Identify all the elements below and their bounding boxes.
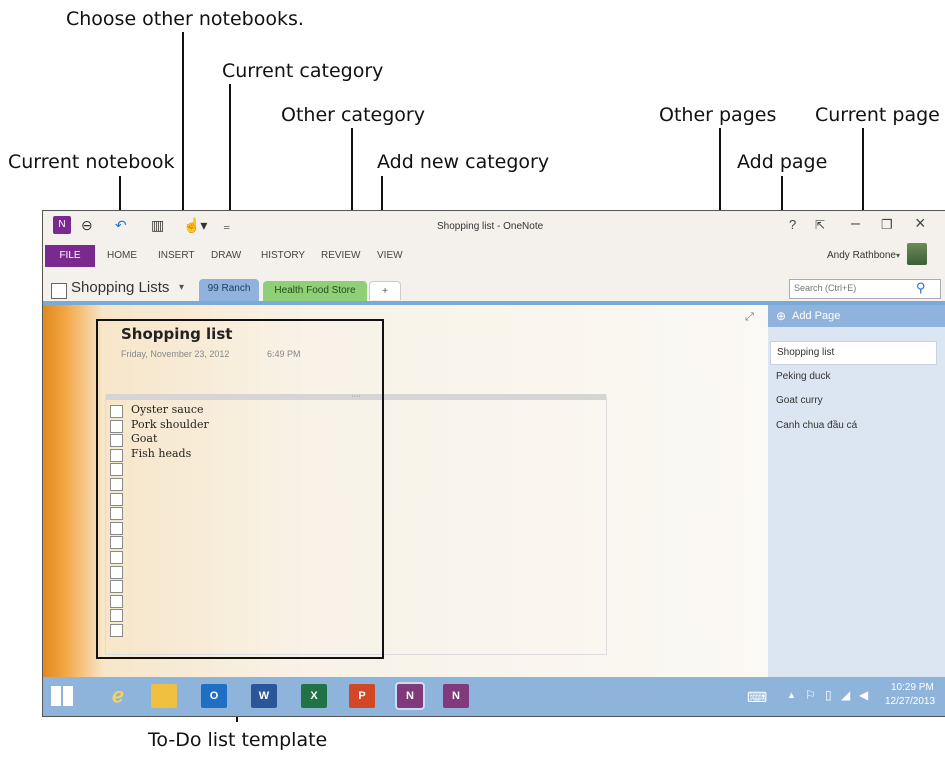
- ribbon-tabs: FILE HOME INSERT DRAW HISTORY REVIEW VIE…: [43, 243, 945, 267]
- window-title: Shopping list - OneNote: [437, 221, 544, 232]
- notebook-icon: [51, 283, 67, 299]
- tab-draw[interactable]: DRAW: [211, 245, 241, 267]
- callout-choose-notebooks: Choose other notebooks.: [66, 8, 304, 30]
- onenote-window: N ⊖ ↶ ▥ ☝▾ ₌ Shopping list - OneNote ? ⇱…: [42, 210, 945, 717]
- show-hidden-icons[interactable]: ▲: [787, 690, 796, 700]
- todo-template-frame: [96, 319, 384, 659]
- volume-icon[interactable]: ◀: [859, 688, 868, 702]
- onenote-icon[interactable]: N: [395, 682, 425, 710]
- clock-time[interactable]: 10:29 PM: [891, 682, 934, 693]
- section-tab-other[interactable]: Health Food Store: [263, 281, 367, 301]
- back-icon[interactable]: ⊖: [81, 217, 93, 234]
- page-item-current[interactable]: Shopping list: [770, 341, 937, 365]
- add-section-button[interactable]: +: [369, 281, 401, 300]
- user-name[interactable]: Andy Rathbone: [827, 245, 896, 267]
- dock-icon[interactable]: ▥: [151, 217, 164, 234]
- start-icon[interactable]: [51, 686, 73, 706]
- callout-current-category: Current category: [222, 60, 384, 82]
- add-page-label: Add Page: [792, 310, 841, 322]
- expand-icon[interactable]: ⤢: [745, 311, 754, 324]
- callout-add-new-category: Add new category: [377, 151, 550, 173]
- restore-icon[interactable]: ❐: [881, 217, 893, 233]
- tab-insert[interactable]: INSERT: [158, 245, 195, 267]
- excel-icon[interactable]: X: [301, 684, 327, 708]
- search-box[interactable]: Search (Ctrl+E) ⚲: [789, 279, 941, 299]
- page-canvas[interactable]: ⤢ Shopping list Friday, November 23, 201…: [43, 305, 768, 677]
- undo-icon[interactable]: ↶: [115, 217, 127, 234]
- keyboard-icon[interactable]: ⌨: [747, 689, 767, 706]
- page-list-panel: ⊕ Add Page Shopping list Peking duck Goa…: [768, 305, 945, 677]
- powerpoint-icon[interactable]: P: [349, 684, 375, 708]
- avatar[interactable]: [907, 243, 927, 265]
- tab-review[interactable]: REVIEW: [321, 245, 360, 267]
- customize-qat-icon[interactable]: ₌: [223, 217, 230, 234]
- tab-history[interactable]: HISTORY: [261, 245, 305, 267]
- search-icon[interactable]: ⚲: [916, 280, 926, 296]
- page-item[interactable]: Goat curry: [776, 395, 823, 406]
- page-item[interactable]: Canh chua đầu cá: [776, 420, 857, 431]
- word-icon[interactable]: W: [251, 684, 277, 708]
- flag-icon[interactable]: ⚐: [805, 688, 816, 702]
- full-page-view-icon[interactable]: ⇱: [815, 218, 825, 232]
- outlook-icon[interactable]: O: [201, 684, 227, 708]
- clock-date[interactable]: 12/27/2013: [885, 696, 935, 707]
- ie-icon[interactable]: ℯ: [105, 684, 131, 708]
- taskbar: ℯ O W X P N N ⌨ ▲ ⚐ ▯ ◢ ◀ 10:29 PM 12/27…: [43, 677, 945, 716]
- onenote-clip-icon[interactable]: N: [443, 684, 469, 708]
- page-item-label: Shopping list: [777, 347, 835, 358]
- page-item[interactable]: Peking duck: [776, 371, 830, 382]
- touch-mode-icon[interactable]: ☝▾: [183, 217, 207, 234]
- onenote-app-icon: N: [53, 216, 71, 234]
- battery-icon[interactable]: ▯: [825, 688, 832, 702]
- search-input[interactable]: Search (Ctrl+E): [794, 283, 856, 293]
- tab-file[interactable]: FILE: [45, 245, 95, 267]
- add-page-icon: ⊕: [776, 309, 787, 323]
- file-explorer-icon[interactable]: [151, 684, 177, 708]
- callout-other-pages: Other pages: [659, 104, 777, 126]
- tab-home[interactable]: HOME: [107, 245, 137, 267]
- callout-current-page: Current page: [815, 104, 940, 126]
- callout-todo-template: To-Do list template: [148, 729, 328, 751]
- tab-view[interactable]: VIEW: [377, 245, 403, 267]
- notebook-row: Shopping Lists ▾ 99 Ranch Health Food St…: [43, 277, 945, 301]
- help-button[interactable]: ?: [789, 217, 796, 232]
- close-button[interactable]: ×: [915, 213, 926, 234]
- callout-current-notebook: Current notebook: [8, 151, 175, 173]
- title-bar: N ⊖ ↶ ▥ ☝▾ ₌ Shopping list - OneNote ? ⇱…: [43, 211, 945, 241]
- notebook-dropdown-icon[interactable]: ▾: [179, 282, 184, 293]
- add-page-button[interactable]: ⊕ Add Page: [768, 305, 945, 327]
- section-tab-current[interactable]: 99 Ranch: [199, 279, 259, 301]
- minimize-button[interactable]: –: [851, 215, 860, 233]
- callout-add-page: Add page: [737, 151, 828, 173]
- notebook-name[interactable]: Shopping Lists: [71, 279, 169, 296]
- chevron-down-icon[interactable]: ▾: [896, 245, 900, 267]
- callout-other-category: Other category: [281, 104, 425, 126]
- network-icon[interactable]: ◢: [841, 688, 850, 702]
